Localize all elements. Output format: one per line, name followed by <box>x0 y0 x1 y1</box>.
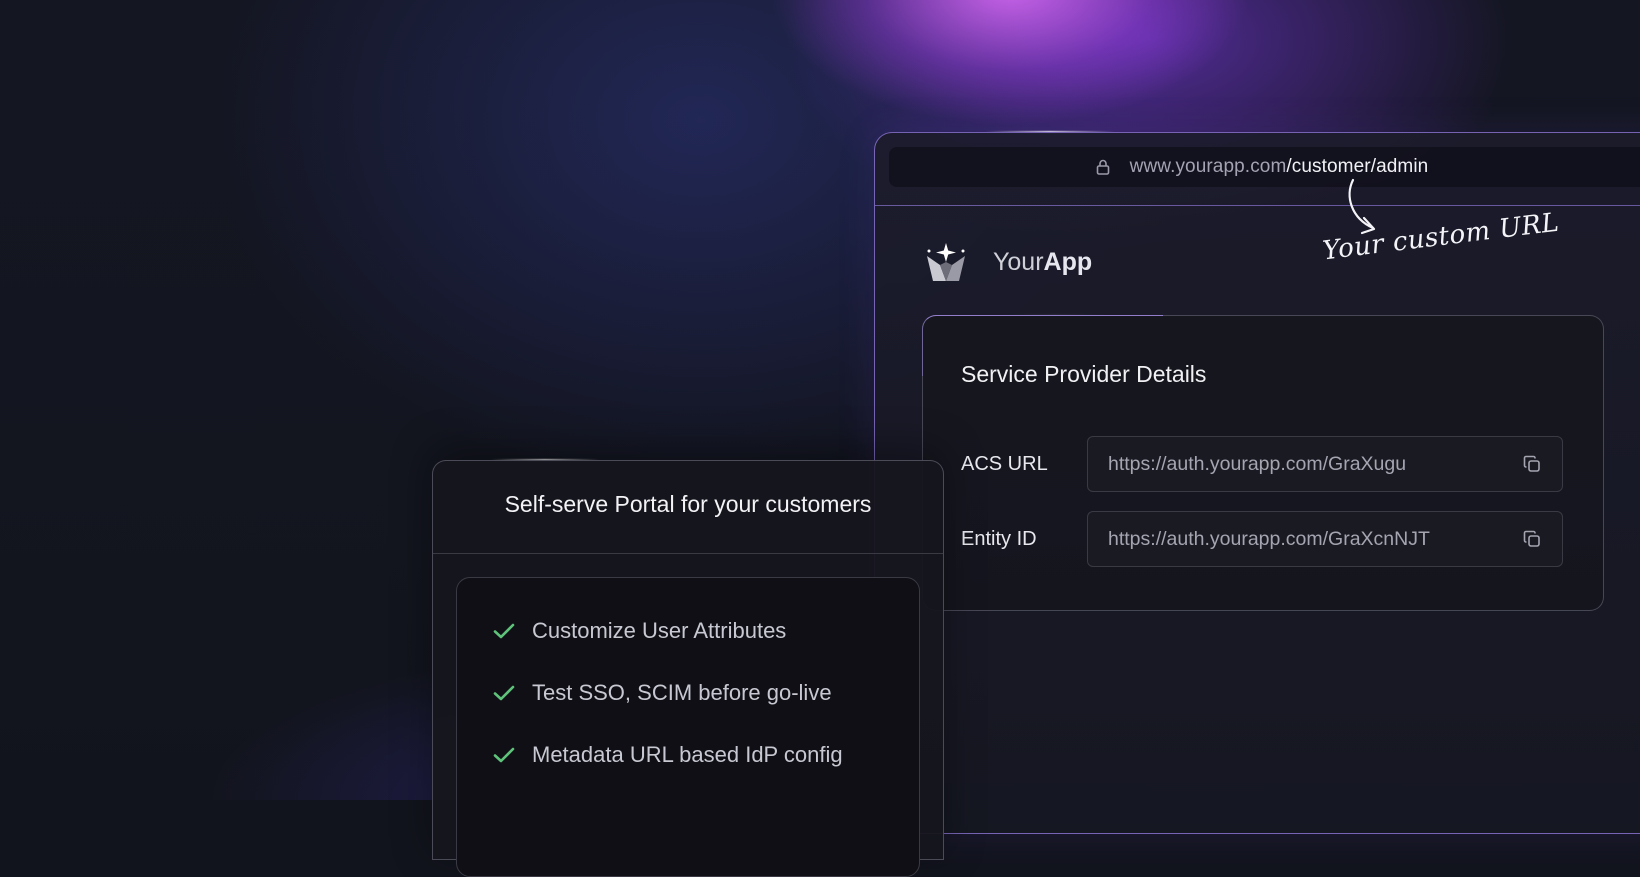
lock-icon <box>1096 159 1110 175</box>
feature-list: Customize User Attributes Test SSO, SCIM… <box>456 577 920 877</box>
acs-url-value[interactable]: https://auth.yourapp.com/GraXugu <box>1108 453 1406 476</box>
entity-id-label: Entity ID <box>961 527 1037 550</box>
url-base: www.yourapp.com <box>1129 156 1287 177</box>
feature-text: Metadata URL based IdP config <box>532 742 843 767</box>
url-path: /customer/admin <box>1286 156 1429 177</box>
app-logo: YourApp <box>925 241 1092 283</box>
crown-star-logo-icon <box>927 243 965 281</box>
address-bar[interactable]: www.yourapp.com/customer/admin <box>889 147 1640 187</box>
entity-id-value[interactable]: https://auth.yourapp.com/GraXcnNJT <box>1108 528 1430 551</box>
copy-icon[interactable] <box>1522 454 1542 474</box>
address-bar-divider <box>875 205 1640 206</box>
feature-text: Test SSO, SCIM before go-live <box>532 680 832 705</box>
acs-url-label: ACS URL <box>961 452 1048 475</box>
check-icon <box>493 747 515 763</box>
check-icon <box>493 685 515 701</box>
list-item: Customize User Attributes <box>493 618 786 644</box>
list-item: Metadata URL based IdP config <box>493 742 843 768</box>
copy-icon[interactable] <box>1522 529 1542 549</box>
acs-url-row: ACS URL https://auth.yourapp.com/GraXugu <box>961 436 1563 492</box>
address-url: www.yourapp.com/customer/admin <box>1130 156 1429 178</box>
app-name-your: Your <box>993 247 1044 276</box>
app-name: YourApp <box>993 248 1092 277</box>
acs-url-field[interactable]: https://auth.yourapp.com/GraXugu <box>1087 436 1563 492</box>
service-provider-card: Service Provider Details ACS URL https:/… <box>922 315 1604 611</box>
portal-divider <box>433 553 943 554</box>
self-serve-portal-card: Self-serve Portal for your customers Cus… <box>432 460 944 877</box>
sp-card-title: Service Provider Details <box>961 361 1207 387</box>
portal-title: Self-serve Portal for your customers <box>504 491 872 517</box>
app-name-app: App <box>1043 247 1093 276</box>
check-icon <box>493 623 515 639</box>
list-item: Test SSO, SCIM before go-live <box>493 680 832 706</box>
entity-id-field[interactable]: https://auth.yourapp.com/GraXcnNJT <box>1087 511 1563 567</box>
feature-text: Customize User Attributes <box>532 618 787 643</box>
entity-id-row: Entity ID https://auth.yourapp.com/GraXc… <box>961 511 1563 567</box>
